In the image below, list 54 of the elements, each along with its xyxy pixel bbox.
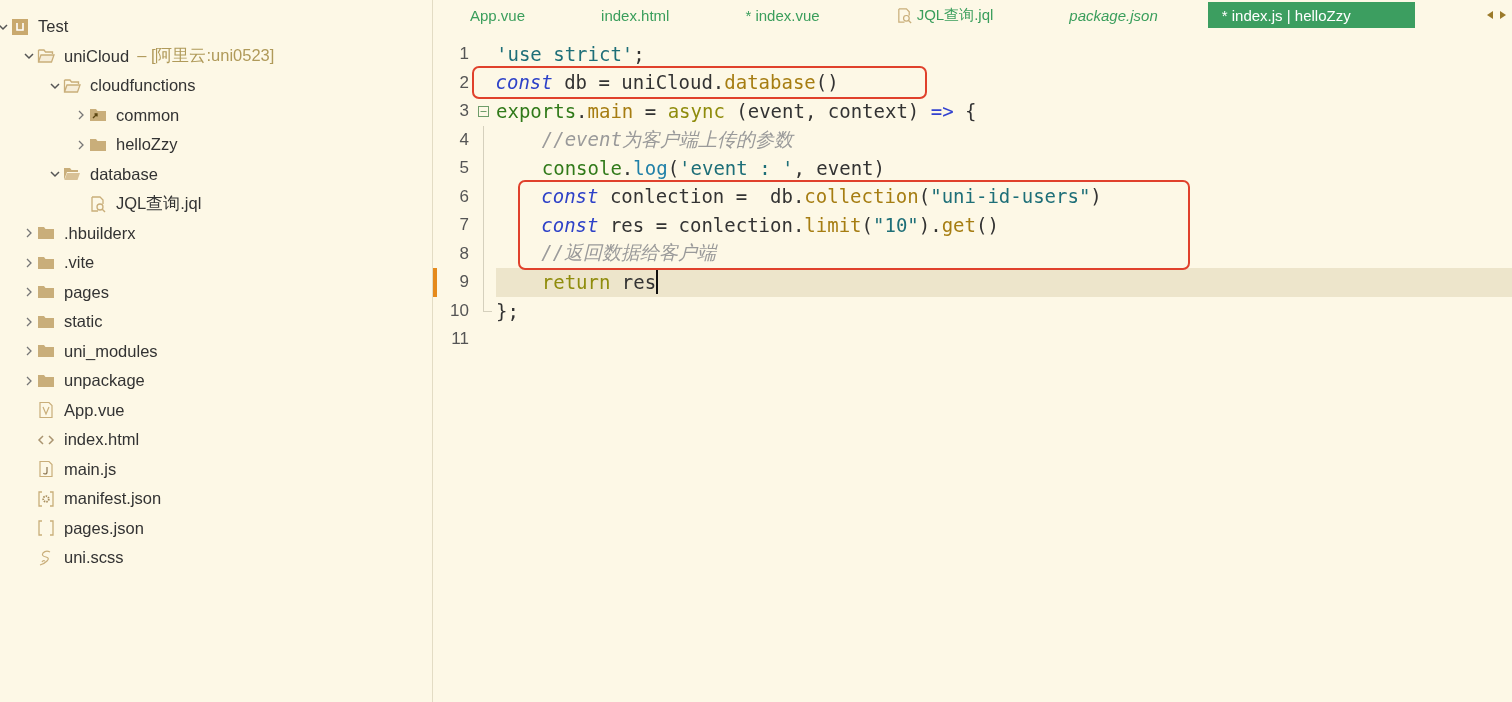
tree-item-label[interactable]: pages.json [64, 518, 144, 538]
tree-item-label[interactable]: common [116, 105, 180, 125]
tree-item-label[interactable]: index.html [64, 430, 140, 450]
scroll-right-icon[interactable] [1499, 9, 1507, 21]
search-document-icon [89, 194, 107, 213]
line-number: 7 [458, 214, 469, 237]
code-line: exports.main = async (event, context) => { [496, 100, 977, 123]
tree-item-label[interactable]: cloudfunctions [90, 76, 196, 96]
scroll-left-icon[interactable] [1486, 9, 1494, 21]
text-cursor [656, 270, 659, 295]
line-number: 4 [458, 128, 469, 151]
tree-item-label[interactable]: uni_modules [64, 341, 158, 361]
tree-item-label[interactable]: JQL查询.jql [116, 192, 202, 215]
tree-item-label[interactable]: .vite [64, 253, 95, 273]
tree-item-label[interactable]: manifest.json [64, 489, 162, 509]
tree-item-label[interactable]: database [90, 164, 158, 184]
tree-item-label[interactable]: uniCloud [64, 46, 130, 66]
code-line: return res [540, 271, 657, 294]
tree-item-label[interactable]: unpackage [64, 371, 145, 391]
code-line: //返回数据给客户端 [540, 240, 717, 266]
line-number: 5 [458, 157, 469, 180]
fold-toggle-icon[interactable] [478, 105, 489, 117]
js-file-icon [37, 460, 55, 479]
line-number: 3 [458, 100, 469, 123]
tree-item-label[interactable]: static [64, 312, 103, 332]
tree-item-label[interactable]: .hbuilderx [64, 223, 136, 243]
code-line: 'use strict'; [496, 43, 645, 66]
tree-item-label[interactable]: pages [64, 282, 109, 302]
tree-item-label[interactable]: Test [38, 17, 69, 37]
vue-file-icon [37, 401, 55, 420]
code-line: console.log('event : ', event) [540, 157, 885, 180]
open-folder-icon [63, 76, 81, 95]
code-line: //event为客户端上传的参数 [540, 126, 793, 152]
line-number: 8 [458, 242, 469, 265]
tree-item-label[interactable]: helloZzy [116, 135, 178, 155]
tree-item-label[interactable]: uni.scss [64, 548, 124, 568]
code-line: const db = uniCloud.database() [495, 71, 839, 94]
tree-item-label[interactable]: main.js [64, 459, 117, 479]
brackets-icon [37, 519, 55, 538]
open-folder-icon [37, 47, 55, 66]
code-line: const conlection = db.collection("uni-id-users") [540, 185, 1102, 208]
code-line: const res = conlection.limit("10").get() [540, 213, 999, 236]
line-number: 10 [449, 299, 469, 322]
project-icon [11, 17, 29, 36]
line-number: 1 [458, 43, 469, 66]
code-line: }; [496, 299, 519, 322]
cloud-provider-tag: – [阿里云:uni0523] [137, 45, 275, 68]
line-number: 6 [458, 185, 469, 208]
line-number: 2 [458, 71, 469, 94]
line-number: 9 [433, 268, 469, 297]
line-number: 11 [450, 328, 469, 351]
tree-item-label[interactable]: App.vue [64, 400, 125, 420]
search-document-icon [895, 6, 913, 24]
gear-file-icon [37, 489, 55, 508]
